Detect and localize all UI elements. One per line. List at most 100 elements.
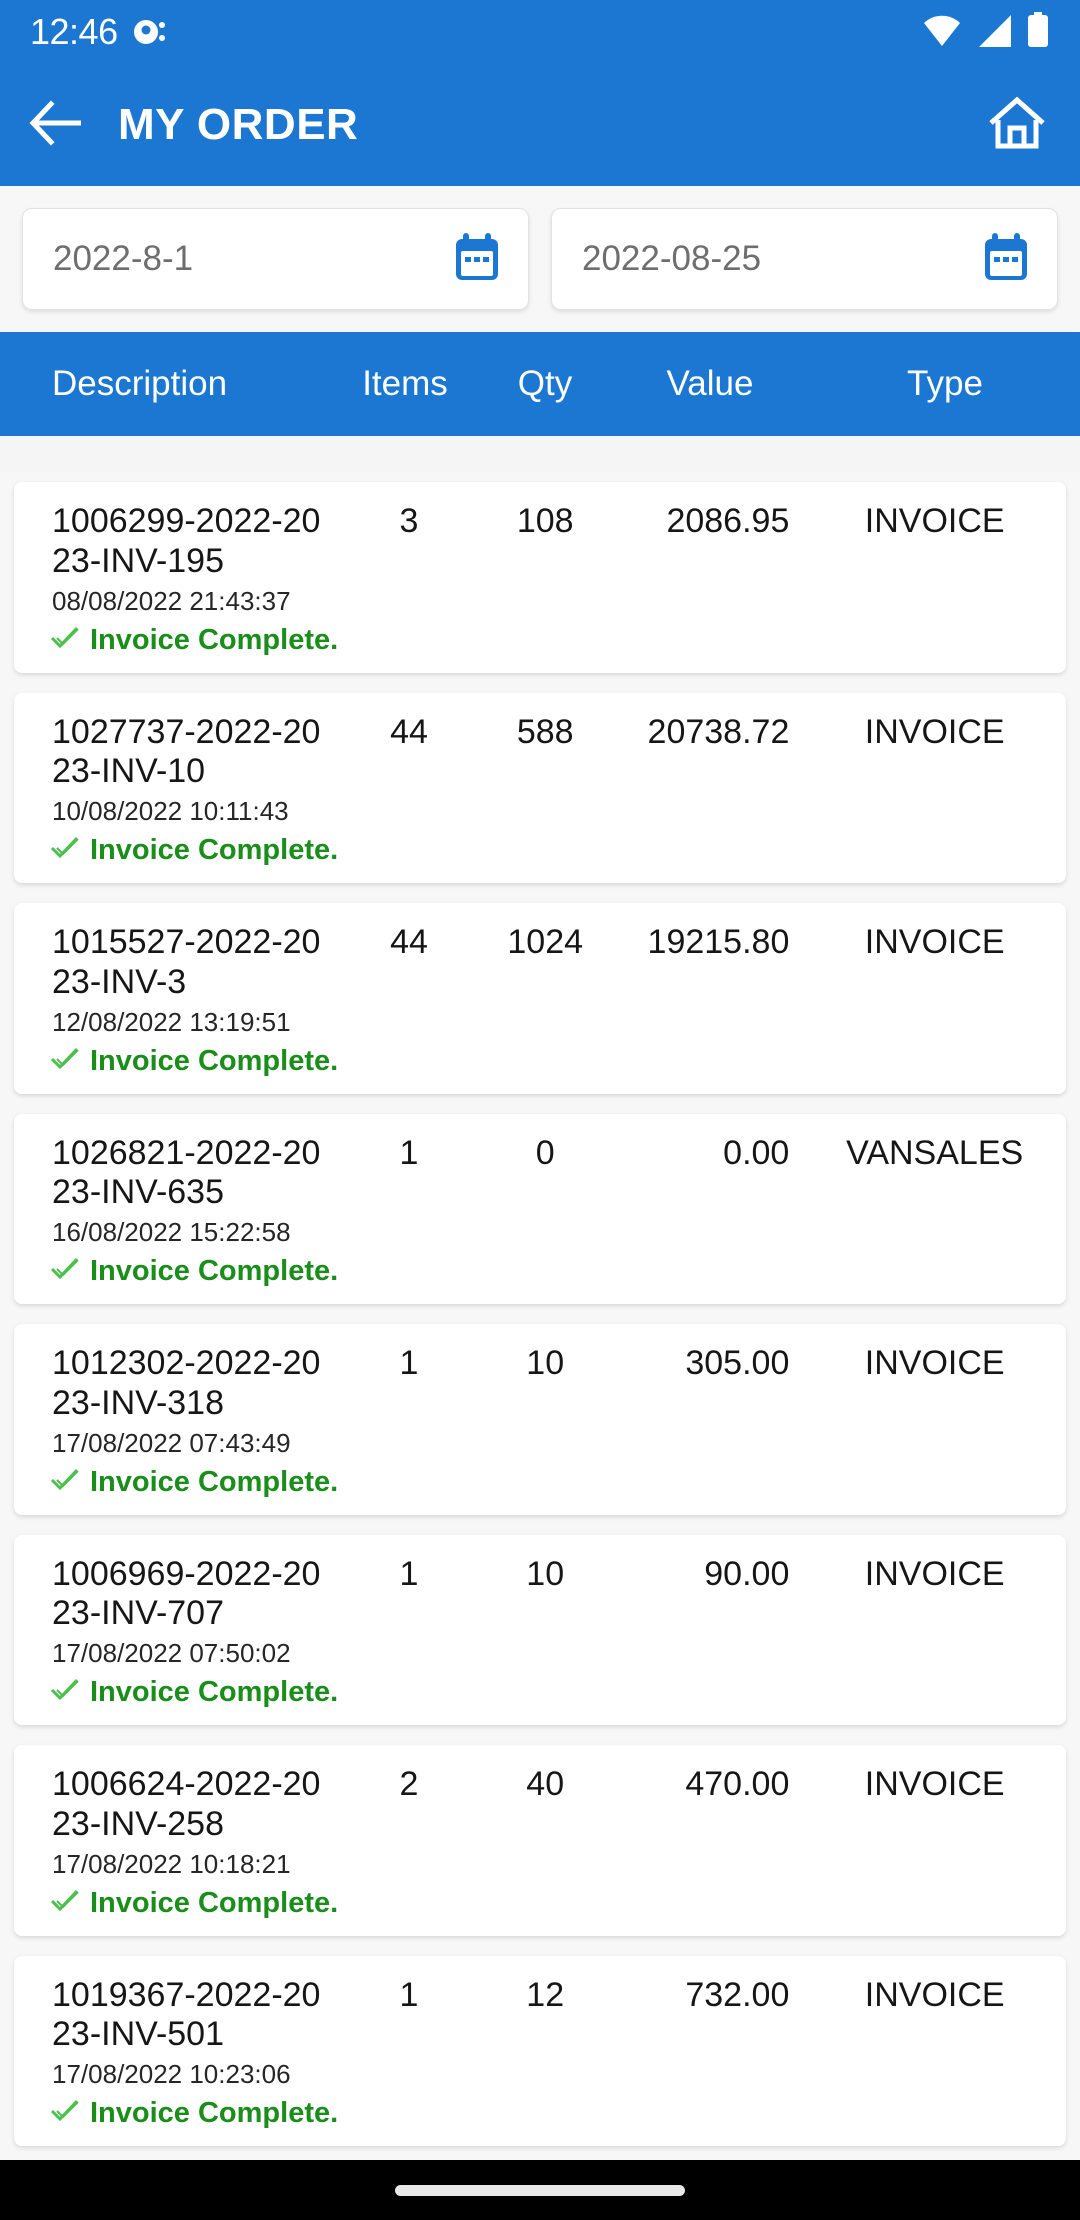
cell-type: INVOICE bbox=[864, 1344, 1005, 1383]
cell-items: 1 bbox=[399, 1975, 419, 2014]
check-icon bbox=[50, 835, 80, 866]
arrow-left-icon bbox=[29, 99, 85, 151]
column-header-description[interactable]: Description bbox=[0, 364, 330, 404]
cell-timestamp: 17/08/2022 10:23:06 bbox=[52, 2059, 291, 2090]
cell-type: INVOICE bbox=[864, 1975, 1005, 2014]
table-row[interactable]: 1006624-2022-2023-INV-258 2 40 470.00 IN… bbox=[14, 1745, 1066, 1936]
status-badge: Invoice Complete. bbox=[14, 2097, 1066, 2130]
table-row-main: 1019367-2022-2023-INV-501 1 12 732.00 IN… bbox=[14, 1976, 1066, 2056]
cell-type: INVOICE bbox=[864, 1765, 1005, 1804]
cell-description: 1006969-2022-2023-INV-707 bbox=[52, 1554, 321, 1633]
table-row-main: 1006299-2022-2023-INV-195 3 108 2086.95 … bbox=[14, 502, 1066, 582]
cell-value: 90.00 bbox=[704, 1554, 790, 1593]
table-row-main: 1027737-2022-2023-INV-10 44 588 20738.72… bbox=[14, 713, 1066, 793]
cell-items: 2 bbox=[399, 1765, 419, 1804]
check-icon bbox=[50, 2098, 80, 2129]
check-icon bbox=[50, 625, 80, 656]
table-row[interactable]: 1019367-2022-2023-INV-501 1 12 732.00 IN… bbox=[14, 1955, 1066, 2147]
status-bar-right bbox=[922, 11, 1050, 53]
status-badge: Invoice Complete. bbox=[14, 624, 1066, 657]
cell-timestamp: 16/08/2022 15:22:58 bbox=[52, 1217, 291, 1248]
table-row[interactable]: 1012302-2022-2023-INV-318 1 10 305.00 IN… bbox=[14, 1324, 1066, 1515]
cell-value: 19215.80 bbox=[647, 923, 790, 962]
cell-value: 305.00 bbox=[685, 1344, 790, 1383]
system-navigation-bar bbox=[0, 2160, 1080, 2220]
cell-value: 2086.95 bbox=[666, 502, 790, 540]
cell-items: 44 bbox=[390, 712, 428, 751]
status-label: Invoice Complete. bbox=[90, 1255, 339, 1288]
column-header-type[interactable]: Type bbox=[810, 364, 1080, 404]
check-icon bbox=[50, 1677, 80, 1708]
table-row-main: 1012302-2022-2023-INV-318 1 10 305.00 IN… bbox=[14, 1344, 1066, 1424]
table-header: Description Items Qty Value Type bbox=[0, 332, 1080, 436]
table-row[interactable]: 1027737-2022-2023-INV-10 44 588 20738.72… bbox=[14, 692, 1066, 884]
wifi-icon bbox=[922, 14, 962, 53]
cell-type: INVOICE bbox=[864, 712, 1005, 751]
cell-description: 1026821-2022-2023-INV-635 bbox=[52, 1133, 321, 1212]
status-label: Invoice Complete. bbox=[90, 2097, 339, 2130]
calendar-icon[interactable] bbox=[454, 232, 500, 287]
cell-qty: 40 bbox=[526, 1765, 565, 1804]
cell-type: VANSALES bbox=[846, 1133, 1024, 1172]
cell-value: 20738.72 bbox=[647, 712, 790, 751]
cell-qty: 588 bbox=[516, 712, 574, 751]
check-icon bbox=[50, 1256, 80, 1287]
cell-type: INVOICE bbox=[864, 1554, 1005, 1593]
status-badge: Invoice Complete. bbox=[14, 1887, 1066, 1920]
table-row[interactable]: 1015527-2022-2023-INV-3 44 1024 19215.80… bbox=[14, 903, 1066, 1094]
cell-timestamp: 10/08/2022 10:11:43 bbox=[52, 796, 289, 827]
status-badge: Invoice Complete. bbox=[14, 1045, 1066, 1078]
column-header-value[interactable]: Value bbox=[610, 364, 810, 404]
order-list[interactable]: 1006299-2022-2023-INV-195 3 108 2086.95 … bbox=[0, 472, 1080, 2160]
cell-items: 1 bbox=[399, 1344, 419, 1383]
column-header-qty[interactable]: Qty bbox=[480, 364, 610, 404]
home-gesture-pill[interactable] bbox=[395, 2184, 685, 2196]
status-label: Invoice Complete. bbox=[90, 623, 339, 656]
cell-timestamp: 08/08/2022 21:43:37 bbox=[52, 585, 291, 616]
status-bar-clock: 12:46 bbox=[30, 11, 118, 52]
back-button[interactable] bbox=[26, 94, 88, 156]
table-row-main: 1006624-2022-2023-INV-258 2 40 470.00 IN… bbox=[14, 1765, 1066, 1845]
cell-timestamp: 12/08/2022 13:19:51 bbox=[52, 1006, 291, 1037]
table-row[interactable]: 1026821-2022-2023-INV-635 1 0 0.00 VANSA… bbox=[14, 1113, 1066, 1305]
cell-qty: 10 bbox=[526, 1344, 565, 1383]
cell-items: 3 bbox=[399, 502, 419, 540]
cell-description: 1019367-2022-2023-INV-501 bbox=[52, 1975, 321, 2054]
battery-icon bbox=[1026, 11, 1050, 53]
check-icon bbox=[50, 1467, 80, 1498]
cell-timestamp: 17/08/2022 07:50:02 bbox=[52, 1638, 291, 1669]
status-badge: Invoice Complete. bbox=[14, 1466, 1066, 1499]
cell-description: 1027737-2022-2023-INV-10 bbox=[52, 712, 321, 791]
cell-items: 1 bbox=[399, 1554, 419, 1593]
status-badge: Invoice Complete. bbox=[14, 834, 1066, 867]
cell-timestamp: 17/08/2022 10:18:21 bbox=[52, 1848, 291, 1879]
cell-value: 732.00 bbox=[685, 1975, 790, 2014]
table-row[interactable]: 1006299-2022-2023-INV-195 3 108 2086.95 … bbox=[14, 482, 1066, 673]
cell-qty: 12 bbox=[526, 1975, 565, 2014]
table-row-main: 1006969-2022-2023-INV-707 1 10 90.00 INV… bbox=[14, 1555, 1066, 1635]
to-date-field[interactable]: 2022-08-25 bbox=[551, 208, 1058, 310]
status-label: Invoice Complete. bbox=[90, 1465, 339, 1498]
cell-description: 1015527-2022-2023-INV-3 bbox=[52, 923, 321, 1001]
status-badge: Invoice Complete. bbox=[14, 1676, 1066, 1709]
check-icon bbox=[50, 1888, 80, 1919]
home-button[interactable] bbox=[984, 92, 1050, 158]
column-header-items[interactable]: Items bbox=[330, 364, 480, 404]
cell-qty: 0 bbox=[535, 1133, 555, 1172]
cell-timestamp: 17/08/2022 07:43:49 bbox=[52, 1427, 291, 1458]
status-bar: 12:46 bbox=[0, 0, 1080, 64]
cell-items: 44 bbox=[390, 923, 428, 962]
table-row-main: 1015527-2022-2023-INV-3 44 1024 19215.80… bbox=[14, 923, 1066, 1003]
cell-qty: 108 bbox=[516, 502, 574, 540]
cellular-signal-icon bbox=[975, 14, 1013, 53]
from-date-field[interactable]: 2022-8-1 bbox=[22, 208, 529, 310]
status-label: Invoice Complete. bbox=[90, 1676, 339, 1709]
cell-qty: 10 bbox=[526, 1554, 565, 1593]
status-label: Invoice Complete. bbox=[90, 1044, 339, 1077]
notification-dot-icon bbox=[132, 16, 172, 48]
table-row[interactable]: 1006969-2022-2023-INV-707 1 10 90.00 INV… bbox=[14, 1534, 1066, 1726]
status-label: Invoice Complete. bbox=[90, 1886, 339, 1919]
status-label: Invoice Complete. bbox=[90, 834, 339, 867]
page-title: MY ORDER bbox=[118, 100, 359, 149]
calendar-icon[interactable] bbox=[983, 232, 1029, 287]
